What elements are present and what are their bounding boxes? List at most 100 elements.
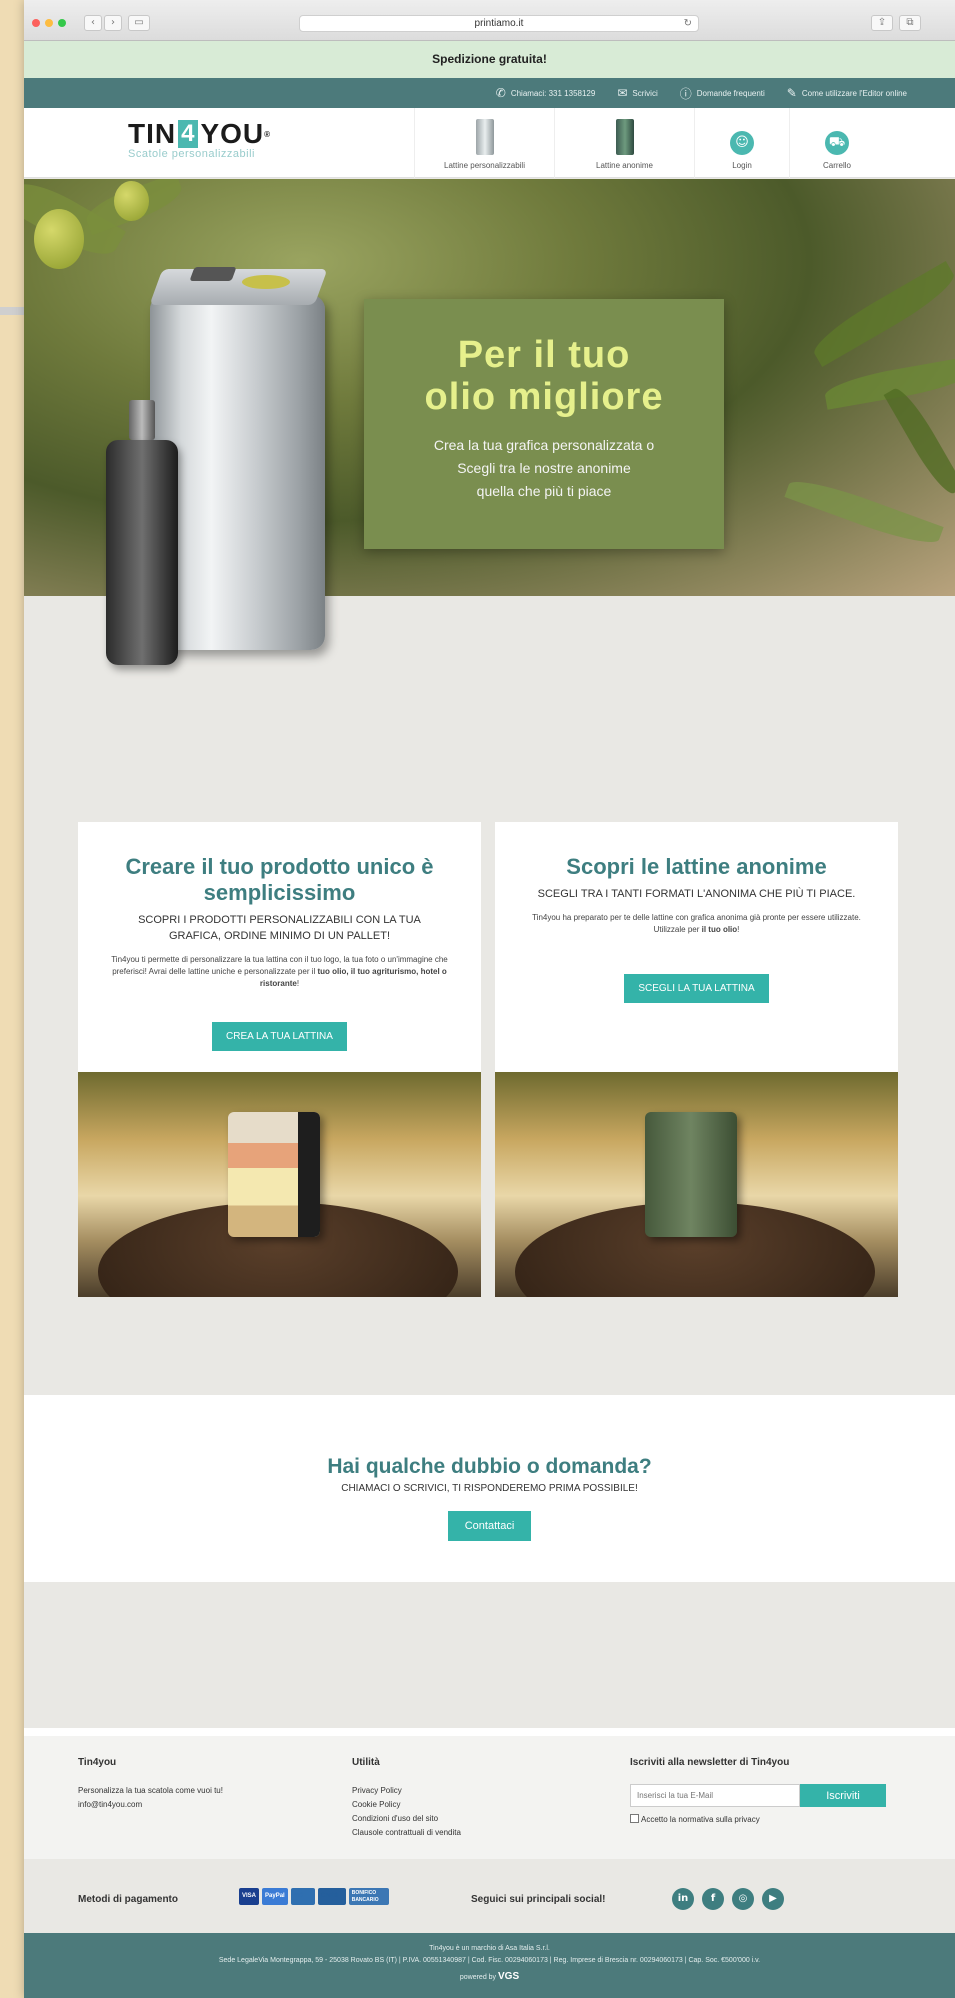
legal-line2: Sede LegaleVia Montegrappa, 59 - 25038 R… [218,1957,761,1964]
faq-link[interactable]: ⓘ Domande frequenti [680,85,765,102]
nav-custom-tins[interactable]: Lattine personalizzabili [414,108,554,178]
card-description: Tin4you ha preparato per te delle lattin… [495,912,898,936]
visa-icon: VISA [239,1888,260,1905]
newsletter-subscribe-button[interactable]: Iscriviti [800,1784,886,1807]
footer-about-text: Personalizza la tua scatola come vuoi tu… [78,1786,223,1795]
hero-text-line1: Crea la tua grafica personalizzata o [433,437,655,453]
back-icon[interactable]: ‹ [84,15,102,31]
footer-links-title: Utilità [352,1757,380,1768]
linkedin-icon[interactable]: in [672,1888,694,1910]
olive-fruit [114,181,149,221]
mail-icon: ✉ [617,86,628,100]
youtube-icon[interactable]: ▶ [762,1888,784,1910]
logo-tagline: Scatole personalizzabili [128,148,255,160]
nav-cart-label: Carrello [822,161,851,170]
card-description: Tin4you ti permette di personalizzare la… [78,954,481,990]
hero-text-box: Per il tuo olio migliore Crea la tua gra… [364,299,724,549]
nav-anonymous-tins-label: Lattine anonime [596,161,653,170]
hero-text-line2: Scegli tra le nostre anonime [457,460,631,476]
card-custom-product: Creare il tuo prodotto unico è semplicis… [78,822,481,1297]
logo-text-you: YOU [200,118,265,149]
site-logo[interactable]: TIN 4 YOU ® Scatole personalizzabili [128,118,271,160]
footer-about-title: Tin4you [78,1757,117,1768]
hero-title-line2: olio migliore [424,376,664,418]
choose-tin-button[interactable]: Scegli la tua lattina [624,974,769,1003]
address-bar[interactable]: printiamo.it ↻ [299,15,699,32]
site-footer: Tin4you Personalizza la tua scatola come… [24,1736,955,1859]
contact-button[interactable]: Contattaci [447,1511,532,1541]
newsletter-form: Iscriviti [630,1784,886,1807]
phone-icon: ✆ [495,86,506,100]
product-cards: Creare il tuo prodotto unico è semplicis… [78,822,898,1297]
privacy-policy-link[interactable]: Privacy Policy [352,1784,461,1798]
card-subtitle: Scegli tra i tanti formati l'anonima che… [537,888,856,900]
url-text: printiamo.it [474,18,524,29]
logo-text-four: 4 [178,120,199,148]
newsletter-email-input[interactable] [630,1784,800,1807]
create-tin-button[interactable]: Crea la tua lattina [212,1022,347,1051]
editor-guide-link[interactable]: ✎ Come utilizzare l'Editor online [787,86,907,100]
instagram-icon[interactable]: ◎ [732,1888,754,1910]
browser-window: ‹ › ▭ printiamo.it ↻ ⇪ ⧉ Spedizione grat… [24,0,955,1998]
mastercard-icon: MC [290,1888,315,1905]
anonymous-tin-photo [495,1072,898,1297]
mail-link[interactable]: ✉ Scrivici [617,86,657,100]
cookie-policy-link[interactable]: Cookie Policy [352,1798,461,1812]
zoom-window-button[interactable] [58,19,66,27]
contact-subtitle: Chiamaci o scrivici, ti risponderemo pri… [341,1483,638,1494]
legal-line1: Tin4you è un marchio di Asa Italia S.r.l… [429,1945,550,1952]
payment-methods: VISA PayPal MC CARD BONIFICO BANCARIO [239,1888,389,1905]
nav-login-label: Login [732,161,752,170]
phone-link[interactable]: ✆ Chiamaci: 331 1358129 [496,86,596,100]
nav-login[interactable]: ☺ Login [694,108,789,178]
main-nav: Lattine personalizzabili Lattine anonime… [414,108,884,178]
card-title: Scopri le lattine anonime [566,854,827,879]
custom-tin-photo [78,1072,481,1297]
legal-bar: Tin4you è un marchio di Asa Italia S.r.l… [24,1933,955,1998]
sales-terms-link[interactable]: Clausole contrattuali di vendita [352,1826,461,1840]
reload-icon[interactable]: ↻ [684,16,692,31]
privacy-consent: Accetto la normativa sulla privacy [630,1813,886,1827]
site-header: TIN 4 YOU ® Scatole personalizzabili Lattin… [24,108,955,178]
olive-fruit [34,209,84,269]
share-icon[interactable]: ⇪ [871,15,893,31]
forward-icon[interactable]: › [104,15,122,31]
card-description-text: Tin4you ha preparato per te delle lattin… [532,913,861,934]
tabs-icon[interactable]: ⧉ [899,15,921,31]
nav-custom-tins-label: Lattine personalizzabili [444,161,525,170]
cart-icon: ⛟ [825,131,849,155]
question-icon: ⓘ [679,86,692,101]
anonymous-tin-icon [615,119,634,155]
logo-wordmark: TIN 4 YOU ® [128,118,271,150]
close-window-button[interactable] [32,19,40,27]
bank-transfer-icon: BONIFICO BANCARIO [348,1888,389,1905]
editor-guide-label: Come utilizzare l'Editor online [801,88,907,98]
minimize-window-button[interactable] [45,19,53,27]
olive-leaf [807,261,955,367]
olive-leaf [784,472,944,552]
custom-tin-icon [475,119,494,155]
faq-label: Domande frequenti [696,88,765,98]
terms-of-use-link[interactable]: Condizioni d'uso del sito [352,1812,461,1826]
sidebar-icon[interactable]: ▭ [128,15,150,31]
nav-cart[interactable]: ⛟ Carrello [789,108,884,178]
nav-anonymous-tins[interactable]: Lattine anonime [554,108,694,178]
mail-label: Scrivici [632,88,658,98]
hero-title-line1: Per il tuo [457,334,631,376]
contact-bar: ✆ Chiamaci: 331 1358129 ✉ Scrivici ⓘ Dom… [24,78,955,108]
promo-text: Spedizione gratuita! [432,52,547,66]
card-anonymous-tins: Scopri le lattine anonime Scegli tra i t… [495,822,898,1297]
privacy-consent-label: Accetto la normativa sulla privacy [641,1815,760,1824]
logo-text-tin: TIN [128,118,177,149]
card-description-bold: il tuo olio [701,925,738,934]
social-links: in f ◎ ▶ [672,1888,784,1910]
footer-email-link[interactable]: info@tin4you.com [78,1798,223,1812]
privacy-checkbox[interactable] [630,1814,639,1823]
user-icon: ☺ [730,131,754,155]
footer-links: Utilità Privacy Policy Cookie Policy Con… [352,1756,461,1840]
card-icon: CARD [317,1888,346,1905]
facebook-icon[interactable]: f [702,1888,724,1910]
logo-registered: ® [264,129,272,139]
newsletter-title: Iscriviti alla newsletter di Tin4you [630,1757,790,1768]
vgs-logo[interactable]: VGS [498,1971,519,1982]
